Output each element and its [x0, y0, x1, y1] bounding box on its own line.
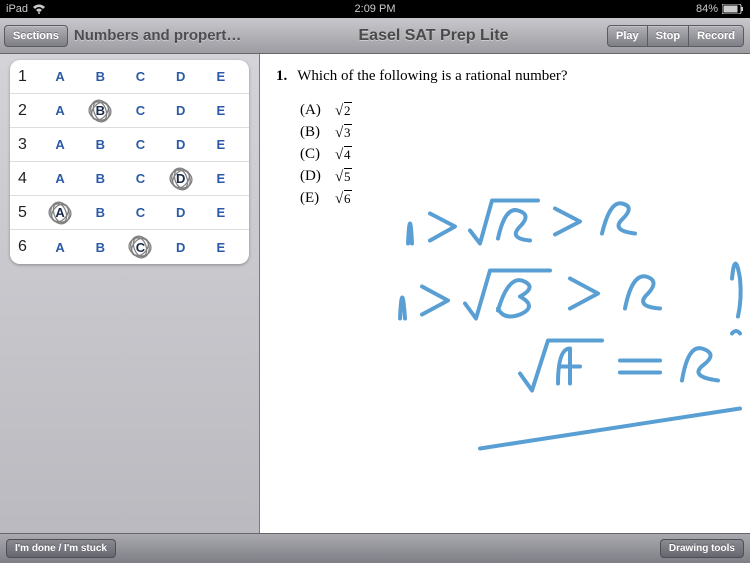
answer-row: 6ABCDE — [10, 230, 249, 264]
answer-choice-c[interactable]: C — [128, 201, 152, 225]
option-label: (A) — [300, 102, 328, 119]
sections-button[interactable]: Sections — [4, 25, 68, 47]
battery-percent: 84% — [696, 3, 718, 15]
answer-choice-b[interactable]: B — [88, 65, 112, 89]
answer-choice-e[interactable]: E — [209, 235, 233, 259]
choice-group: ABCDE — [40, 133, 241, 157]
answer-choice-a[interactable]: A — [48, 167, 72, 191]
answer-choice-b[interactable]: B — [88, 99, 112, 123]
answer-choice-c[interactable]: C — [128, 133, 152, 157]
pencil-scribble-icon — [167, 165, 195, 193]
answer-choice-d[interactable]: D — [169, 65, 193, 89]
question-index: 5 — [18, 204, 40, 222]
section-title: Numbers and propert… — [74, 27, 242, 44]
answer-choice-d[interactable]: D — [169, 133, 193, 157]
question-index: 3 — [18, 136, 40, 154]
answer-choice-a[interactable]: A — [48, 235, 72, 259]
answer-choice-c[interactable]: C — [128, 235, 152, 259]
answer-choice-d[interactable]: D — [169, 235, 193, 259]
drawing-tools-button[interactable]: Drawing tools — [660, 539, 744, 558]
option-value: 3 — [342, 124, 352, 141]
answer-choice-b[interactable]: B — [88, 167, 112, 191]
option-value: 2 — [342, 102, 352, 119]
answer-row: 4ABCDE — [10, 162, 249, 196]
choice-group: ABCDE — [40, 201, 241, 225]
stop-button[interactable]: Stop — [647, 25, 688, 47]
question-index: 1 — [18, 68, 40, 86]
answer-choice-c[interactable]: C — [128, 65, 152, 89]
choice-group: ABCDE — [40, 235, 241, 259]
answer-choice-e[interactable]: E — [209, 167, 233, 191]
question-area[interactable]: 1. Which of the following is a rational … — [260, 54, 750, 563]
bottom-bar-right: Drawing tools — [260, 533, 750, 563]
options-list: (A) 2 (B) 3 (C) 4 (D) 5 (E) 6 — [276, 99, 734, 209]
pencil-scribble-icon — [126, 233, 154, 261]
option-row[interactable]: (E) 6 — [300, 187, 734, 209]
option-value: 6 — [342, 190, 352, 207]
answer-choice-b[interactable]: B — [88, 133, 112, 157]
answer-choice-e[interactable]: E — [209, 133, 233, 157]
answer-row: 2ABCDE — [10, 94, 249, 128]
top-toolbar: Sections Numbers and propert… Easel SAT … — [0, 18, 750, 54]
option-label: (D) — [300, 168, 328, 185]
answer-row: 1ABCDE — [10, 60, 249, 94]
option-value: 5 — [342, 168, 352, 185]
answer-choice-e[interactable]: E — [209, 65, 233, 89]
question-index: 2 — [18, 102, 40, 120]
status-bar: iPad 2:09 PM 84% — [0, 0, 750, 18]
wifi-icon — [32, 4, 46, 14]
answer-choice-a[interactable]: A — [48, 99, 72, 123]
choice-group: ABCDE — [40, 99, 241, 123]
option-label: (C) — [300, 146, 328, 163]
answer-choice-a[interactable]: A — [48, 65, 72, 89]
record-button[interactable]: Record — [688, 25, 744, 47]
answer-choice-d[interactable]: D — [169, 201, 193, 225]
clock: 2:09 PM — [0, 3, 750, 15]
pencil-scribble-icon — [86, 97, 114, 125]
answer-row: 3ABCDE — [10, 128, 249, 162]
choice-group: ABCDE — [40, 167, 241, 191]
option-value: 4 — [342, 146, 352, 163]
question-text: Which of the following is a rational num… — [297, 68, 567, 85]
answer-choice-c[interactable]: C — [128, 167, 152, 191]
option-row[interactable]: (D) 5 — [300, 165, 734, 187]
bottom-bar-left: I'm done / I'm stuck — [0, 533, 260, 563]
battery-icon — [722, 4, 744, 14]
answer-choice-e[interactable]: E — [209, 99, 233, 123]
done-button[interactable]: I'm done / I'm stuck — [6, 539, 116, 558]
answer-panel: 1ABCDE2ABCDE3ABCDE4ABCDE5ABCDE6ABCDE — [10, 60, 249, 264]
question-index: 4 — [18, 170, 40, 188]
answer-choice-d[interactable]: D — [169, 167, 193, 191]
answer-choice-a[interactable]: A — [48, 133, 72, 157]
device-label: iPad — [6, 3, 28, 15]
answer-row: 5ABCDE — [10, 196, 249, 230]
option-row[interactable]: (B) 3 — [300, 121, 734, 143]
answer-sidebar: 1ABCDE2ABCDE3ABCDE4ABCDE5ABCDE6ABCDE — [0, 54, 260, 563]
question-index: 6 — [18, 238, 40, 256]
answer-choice-d[interactable]: D — [169, 99, 193, 123]
option-label: (B) — [300, 124, 328, 141]
question-number: 1. — [276, 68, 287, 85]
option-row[interactable]: (C) 4 — [300, 143, 734, 165]
option-label: (E) — [300, 190, 328, 207]
app-title: Easel SAT Prep Lite — [260, 27, 607, 45]
answer-choice-b[interactable]: B — [88, 235, 112, 259]
answer-choice-b[interactable]: B — [88, 201, 112, 225]
answer-choice-a[interactable]: A — [48, 201, 72, 225]
answer-choice-c[interactable]: C — [128, 99, 152, 123]
playback-controls: Play Stop Record — [607, 25, 750, 47]
play-button[interactable]: Play — [607, 25, 647, 47]
choice-group: ABCDE — [40, 65, 241, 89]
pencil-scribble-icon — [46, 199, 74, 227]
answer-choice-e[interactable]: E — [209, 201, 233, 225]
option-row[interactable]: (A) 2 — [300, 99, 734, 121]
